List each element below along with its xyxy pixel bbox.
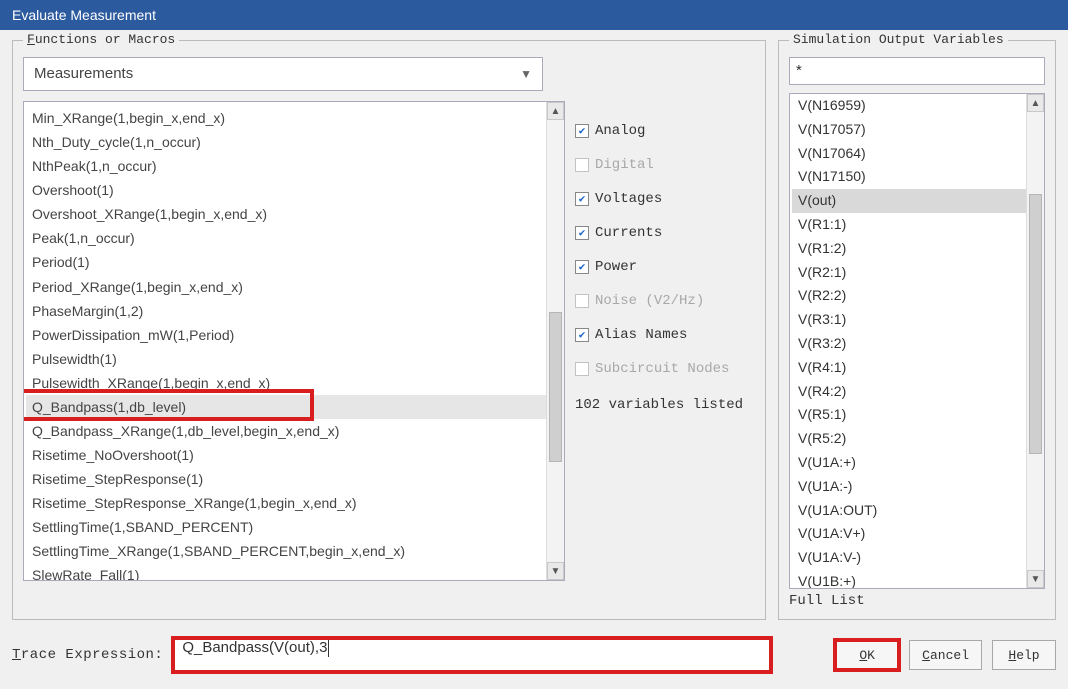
scroll-down-icon[interactable]: ▼ bbox=[1027, 570, 1044, 588]
list-item[interactable]: Period_XRange(1,begin_x,end_x) bbox=[26, 275, 562, 299]
scroll-thumb[interactable] bbox=[549, 312, 562, 462]
list-item[interactable]: V(R4:2) bbox=[792, 380, 1042, 404]
list-item[interactable]: Period(1) bbox=[26, 250, 562, 274]
functions-fieldset: Functions or Macros Measurements ▼ Min_X… bbox=[12, 40, 766, 620]
list-item[interactable]: V(R2:2) bbox=[792, 284, 1042, 308]
list-item[interactable]: V(R1:1) bbox=[792, 213, 1042, 237]
list-item[interactable]: V(N17064) bbox=[792, 142, 1042, 166]
list-item[interactable]: Pulsewidth_XRange(1,begin_x,end_x) bbox=[26, 371, 562, 395]
list-item[interactable]: V(U1A:V+) bbox=[792, 522, 1042, 546]
list-item[interactable]: V(R3:1) bbox=[792, 308, 1042, 332]
scroll-thumb[interactable] bbox=[1029, 194, 1042, 454]
output-variables-fieldset: Simulation Output Variables * V(N16959)V… bbox=[778, 40, 1056, 620]
list-item[interactable]: V(R3:2) bbox=[792, 332, 1042, 356]
scroll-up-icon[interactable]: ▲ bbox=[547, 102, 564, 120]
variable-filter-input[interactable]: * bbox=[789, 57, 1045, 85]
trace-expression-label: Trace Expression: bbox=[12, 647, 163, 663]
text-cursor-icon bbox=[328, 640, 329, 657]
list-item[interactable]: V(out) bbox=[792, 189, 1042, 213]
list-item[interactable]: V(R5:1) bbox=[792, 403, 1042, 427]
full-list-label: Full List bbox=[789, 593, 1045, 609]
scroll-up-icon[interactable]: ▲ bbox=[1027, 94, 1044, 112]
list-item[interactable]: Pulsewidth(1) bbox=[26, 347, 562, 371]
subcircuit-nodes-checkbox: Subcircuit Nodes bbox=[575, 361, 755, 377]
scrollbar[interactable]: ▲ ▼ bbox=[546, 102, 564, 580]
list-item[interactable]: Risetime_StepResponse_XRange(1,begin_x,e… bbox=[26, 491, 562, 515]
list-item[interactable]: V(R4:1) bbox=[792, 356, 1042, 380]
list-item[interactable]: V(N17057) bbox=[792, 118, 1042, 142]
scrollbar[interactable]: ▲ ▼ bbox=[1026, 94, 1044, 588]
ok-button[interactable]: OK bbox=[835, 640, 899, 670]
list-item[interactable]: Min_XRange(1,begin_x,end_x) bbox=[26, 106, 562, 130]
alias-names-checkbox[interactable]: ✔ Alias Names bbox=[575, 327, 755, 343]
checkbox-icon: ✔ bbox=[575, 328, 589, 342]
dropdown-value: Measurements bbox=[34, 59, 133, 89]
help-button[interactable]: Help bbox=[992, 640, 1056, 670]
list-item[interactable]: SettlingTime_XRange(1,SBAND_PERCENT,begi… bbox=[26, 539, 562, 563]
noise-checkbox: Noise (V2/Hz) bbox=[575, 293, 755, 309]
analog-checkbox[interactable]: ✔ Analog bbox=[575, 123, 755, 139]
list-item[interactable]: V(U1B:+) bbox=[792, 570, 1042, 589]
checkbox-icon bbox=[575, 158, 589, 172]
list-item[interactable]: PowerDissipation_mW(1,Period) bbox=[26, 323, 562, 347]
list-item[interactable]: V(U1A:+) bbox=[792, 451, 1042, 475]
list-item[interactable]: PhaseMargin(1,2) bbox=[26, 299, 562, 323]
list-item[interactable]: Risetime_StepResponse(1) bbox=[26, 467, 562, 491]
functions-listbox[interactable]: Min_XRange(1,begin_x,end_x)Nth_Duty_cycl… bbox=[23, 101, 565, 581]
titlebar: Evaluate Measurement bbox=[0, 0, 1068, 30]
digital-checkbox: Digital bbox=[575, 157, 755, 173]
list-item[interactable]: Peak(1,n_occur) bbox=[26, 226, 562, 250]
list-item[interactable]: V(R1:2) bbox=[792, 237, 1042, 261]
checkbox-icon: ✔ bbox=[575, 260, 589, 274]
variables-listbox[interactable]: V(N16959)V(N17057)V(N17064)V(N17150)V(ou… bbox=[789, 93, 1045, 589]
filter-checkboxes: ✔ Analog Digital ✔ Voltages ✔ Currents bbox=[575, 101, 755, 609]
trace-expression-input[interactable]: Q_Bandpass(V(out),3 bbox=[173, 638, 771, 672]
measurements-dropdown[interactable]: Measurements ▼ bbox=[23, 57, 543, 91]
list-item[interactable]: V(N16959) bbox=[792, 94, 1042, 118]
list-item[interactable]: Nth_Duty_cycle(1,n_occur) bbox=[26, 130, 562, 154]
list-item[interactable]: NthPeak(1,n_occur) bbox=[26, 154, 562, 178]
list-item[interactable]: V(U1A:OUT) bbox=[792, 499, 1042, 523]
list-item[interactable]: Q_Bandpass_XRange(1,db_level,begin_x,end… bbox=[26, 419, 562, 443]
list-item[interactable]: V(R5:2) bbox=[792, 427, 1042, 451]
list-item[interactable]: Q_Bandpass(1,db_level) bbox=[26, 395, 562, 419]
list-item[interactable]: V(N17150) bbox=[792, 165, 1042, 189]
checkbox-icon bbox=[575, 362, 589, 376]
checkbox-icon: ✔ bbox=[575, 226, 589, 240]
list-item[interactable]: V(U1A:V-) bbox=[792, 546, 1042, 570]
power-checkbox[interactable]: ✔ Power bbox=[575, 259, 755, 275]
variables-count: 102 variables listed bbox=[575, 397, 755, 413]
chevron-down-icon: ▼ bbox=[520, 59, 532, 89]
list-item[interactable]: Overshoot(1) bbox=[26, 178, 562, 202]
list-item[interactable]: Overshoot_XRange(1,begin_x,end_x) bbox=[26, 202, 562, 226]
checkbox-icon: ✔ bbox=[575, 124, 589, 138]
list-item[interactable]: V(R2:1) bbox=[792, 261, 1042, 285]
list-item[interactable]: Risetime_NoOvershoot(1) bbox=[26, 443, 562, 467]
checkbox-icon bbox=[575, 294, 589, 308]
checkbox-icon: ✔ bbox=[575, 192, 589, 206]
currents-checkbox[interactable]: ✔ Currents bbox=[575, 225, 755, 241]
list-item[interactable]: SettlingTime(1,SBAND_PERCENT) bbox=[26, 515, 562, 539]
cancel-button[interactable]: Cancel bbox=[909, 640, 982, 670]
list-item[interactable]: V(U1A:-) bbox=[792, 475, 1042, 499]
voltages-checkbox[interactable]: ✔ Voltages bbox=[575, 191, 755, 207]
list-item[interactable]: SlewRate_Fall(1) bbox=[26, 563, 562, 581]
functions-legend: Functions or Macros bbox=[23, 32, 179, 47]
output-variables-legend: Simulation Output Variables bbox=[789, 32, 1008, 47]
scroll-down-icon[interactable]: ▼ bbox=[547, 562, 564, 580]
